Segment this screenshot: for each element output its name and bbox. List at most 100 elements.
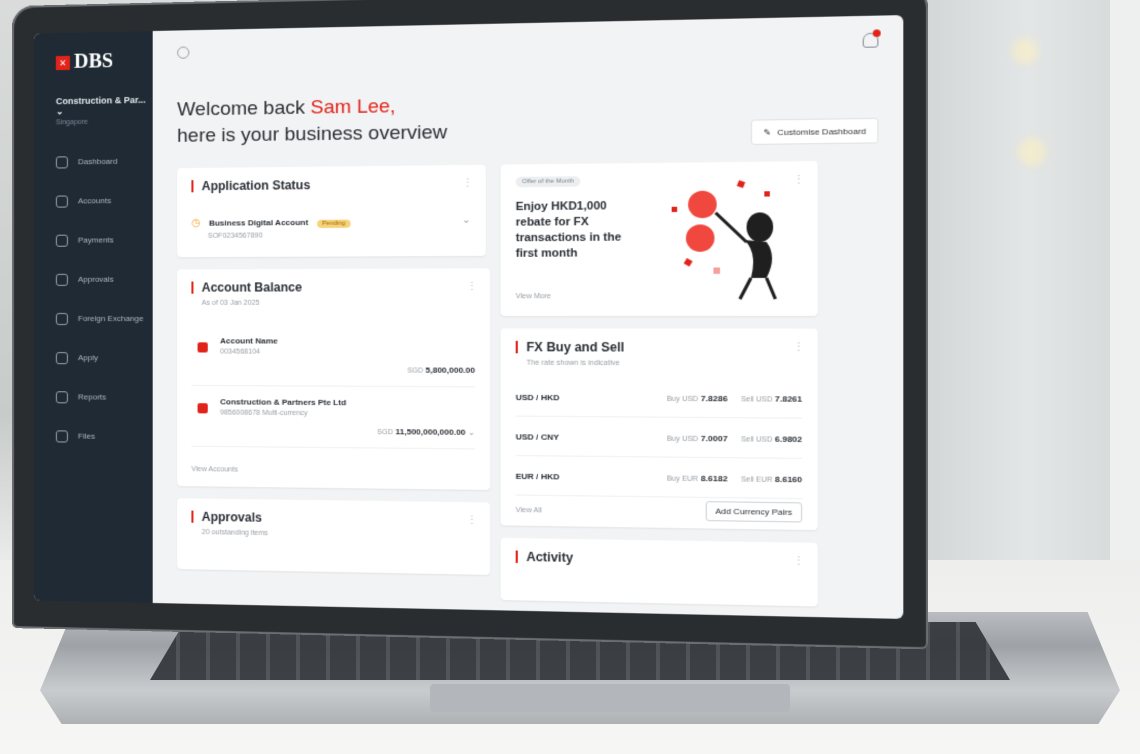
sidebar: × DBS Construction & Par... ⌄ Singapore … bbox=[33, 31, 153, 603]
sidebar-item-label: Files bbox=[77, 431, 95, 441]
company-name: Construction & Par... bbox=[55, 94, 146, 107]
main-content: Welcome back Sam Lee, here is your busin… bbox=[153, 15, 904, 619]
more-options-icon[interactable]: ⋮ bbox=[467, 515, 478, 527]
company-switcher[interactable]: Construction & Par... ⌄ bbox=[56, 95, 153, 118]
status-badge: Pending bbox=[316, 219, 351, 229]
accounts-icon bbox=[55, 194, 68, 208]
fx-row[interactable]: EUR / HKD Buy EUR 8.6182 Sell EUR 8.6160 bbox=[515, 457, 803, 500]
clock-icon: ◷ bbox=[191, 217, 201, 229]
fx-pair: USD / HKD bbox=[515, 392, 560, 402]
files-icon bbox=[55, 429, 68, 443]
chevron-down-icon[interactable]: ⌄ bbox=[468, 428, 475, 437]
page-title: Welcome back Sam Lee, here is your busin… bbox=[177, 93, 447, 150]
account-number: 0034568104 bbox=[220, 348, 261, 356]
fx-buy-label: Buy USD bbox=[666, 395, 699, 403]
user-name: Sam Lee, bbox=[310, 95, 396, 119]
fx-buy-label: Buy USD bbox=[666, 435, 699, 443]
more-options-icon[interactable]: ⋮ bbox=[793, 341, 804, 353]
balance-as-of: As of 03 Jan 2025 bbox=[201, 299, 260, 307]
account-balance: SGD 11,500,000,000.00 ⌄ bbox=[377, 427, 475, 437]
sidebar-nav: Dashboard Accounts Payments Approvals Fo… bbox=[34, 141, 153, 456]
welcome-text: Welcome back bbox=[177, 97, 305, 121]
more-options-icon[interactable]: ⋮ bbox=[793, 555, 804, 567]
payments-icon bbox=[55, 234, 68, 247]
sidebar-item-dashboard[interactable]: Dashboard bbox=[34, 141, 153, 182]
fx-sell-rate: 7.8261 bbox=[774, 393, 803, 404]
fx-sell-label: Sell EUR bbox=[740, 475, 773, 484]
fx-card: FX Buy and Sell The rate shown is indica… bbox=[500, 328, 818, 531]
dashboard-app: × DBS Construction & Par... ⌄ Singapore … bbox=[33, 15, 904, 619]
fx-pair: USD / CNY bbox=[515, 431, 560, 442]
fx-sell-rate: 8.6160 bbox=[774, 474, 803, 484]
view-all-link[interactable]: View All bbox=[516, 507, 542, 515]
sidebar-item-label: Payments bbox=[77, 235, 114, 245]
sidebar-item-label: Approvals bbox=[77, 274, 114, 284]
view-accounts-link[interactable]: View Accounts bbox=[191, 466, 238, 474]
account-balance: SGD 5,800,000.00 bbox=[407, 365, 476, 375]
fx-sell-label: Sell USD bbox=[740, 395, 773, 404]
sidebar-item-payments[interactable]: Payments bbox=[34, 220, 153, 260]
activity-card: Activity ⋮ bbox=[500, 537, 818, 607]
offer-illustration bbox=[671, 180, 803, 303]
card-title: Approvals bbox=[191, 510, 262, 525]
sidebar-item-label: Foreign Exchange bbox=[77, 313, 144, 324]
brand-mark-icon: × bbox=[55, 55, 70, 70]
reports-icon bbox=[55, 390, 68, 403]
sidebar-item-accounts[interactable]: Accounts bbox=[34, 181, 153, 221]
card-title: Activity bbox=[515, 550, 574, 565]
balance-currency: SGD bbox=[377, 428, 394, 437]
customise-label: Customise Dashboard bbox=[777, 125, 867, 137]
add-currency-pairs-button[interactable]: Add Currency Pairs bbox=[705, 501, 803, 523]
card-title: FX Buy and Sell bbox=[515, 340, 625, 355]
brand-name: DBS bbox=[73, 49, 114, 73]
chevron-down-icon[interactable]: ⌄ bbox=[462, 215, 471, 226]
pencil-icon: ✎ bbox=[763, 127, 771, 137]
approvals-icon bbox=[55, 273, 68, 286]
sidebar-item-label: Apply bbox=[77, 353, 99, 363]
approvals-count: 20 outstanding items bbox=[201, 528, 269, 538]
more-options-icon[interactable]: ⋮ bbox=[462, 177, 473, 188]
card-title: Application Status bbox=[191, 178, 311, 193]
sidebar-item-foreign-exchange[interactable]: Foreign Exchange bbox=[34, 299, 153, 338]
sidebar-item-label: Reports bbox=[77, 392, 107, 402]
balance-amount: 5,800,000.00 bbox=[425, 365, 476, 375]
approvals-card: Approvals 20 outstanding items ⋮ bbox=[177, 498, 491, 575]
offer-badge: Offer of the Month bbox=[515, 176, 581, 188]
account-icon bbox=[197, 403, 208, 414]
fx-row[interactable]: USD / CNY Buy USD 7.0007 Sell USD 6.9802 bbox=[515, 417, 803, 459]
fx-rates: Buy USD 7.8286 Sell USD 7.8261 bbox=[667, 393, 803, 403]
account-name: Account Name bbox=[220, 336, 278, 346]
sidebar-item-apply[interactable]: Apply bbox=[34, 338, 153, 378]
search-icon[interactable] bbox=[177, 46, 190, 59]
sidebar-item-reports[interactable]: Reports bbox=[34, 377, 153, 417]
sidebar-item-approvals[interactable]: Approvals bbox=[34, 259, 153, 299]
fx-buy-rate: 7.0007 bbox=[700, 433, 728, 443]
apply-icon bbox=[55, 351, 68, 364]
fx-buy-rate: 7.8286 bbox=[700, 393, 728, 403]
sidebar-item-label: Accounts bbox=[77, 196, 112, 206]
fx-note: The rate shown is indicative bbox=[526, 359, 620, 368]
exchange-icon bbox=[55, 312, 68, 325]
application-status-card: Application Status ⋮ ◷ Business Digital … bbox=[177, 164, 486, 258]
balance-amount: 11,500,000,000.00 bbox=[395, 427, 466, 437]
application-account: Business Digital Account bbox=[208, 217, 309, 228]
account-balance-card: Account Balance As of 03 Jan 2025 ⋮ Acco… bbox=[177, 268, 491, 490]
account-row[interactable]: Construction & Partners Pte Ltd 98560086… bbox=[191, 395, 475, 450]
account-row[interactable]: Account Name 0034568104 SGD 5,800,000.00 bbox=[191, 334, 476, 388]
laptop-screen: × DBS Construction & Par... ⌄ Singapore … bbox=[33, 15, 904, 619]
card-title: Account Balance bbox=[191, 280, 302, 295]
home-icon bbox=[55, 155, 68, 169]
account-icon bbox=[197, 342, 208, 353]
fx-row[interactable]: USD / HKD Buy USD 7.8286 Sell USD 7.8261 bbox=[515, 378, 803, 419]
fx-pair: EUR / HKD bbox=[515, 471, 560, 481]
sidebar-item-files[interactable]: Files bbox=[34, 416, 153, 456]
sidebar-item-label: Dashboard bbox=[77, 156, 118, 167]
customise-dashboard-button[interactable]: ✎ Customise Dashboard bbox=[751, 117, 879, 145]
brand-logo[interactable]: × DBS bbox=[55, 49, 153, 74]
offer-card[interactable]: Offer of the Month Enjoy HKD1,000 rebate… bbox=[500, 161, 818, 316]
bokeh-light bbox=[1018, 138, 1046, 166]
more-options-icon[interactable]: ⋮ bbox=[467, 281, 478, 292]
view-more-link[interactable]: View More bbox=[516, 293, 551, 300]
fx-rates: Buy EUR 8.6182 Sell EUR 8.6160 bbox=[667, 473, 803, 484]
application-item[interactable]: ◷ Business Digital Account Pending SOF02… bbox=[191, 210, 470, 240]
